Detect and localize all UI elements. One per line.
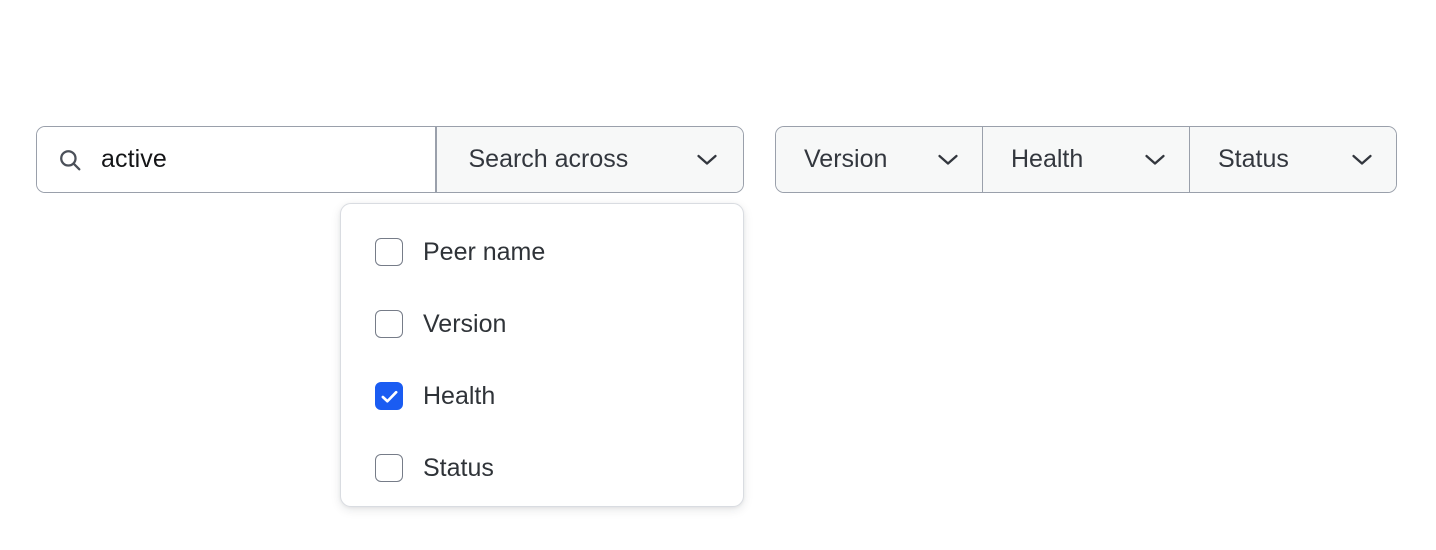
filter-button-group: Version Health Status bbox=[775, 126, 1397, 193]
filter-version-label: Version bbox=[804, 145, 888, 173]
dropdown-item-label: Health bbox=[423, 381, 496, 410]
search-across-dropdown-trigger[interactable]: Search across bbox=[436, 127, 743, 192]
dropdown-item-version[interactable]: Version bbox=[341, 288, 743, 360]
filter-health-label: Health bbox=[1011, 145, 1084, 173]
dropdown-item-label: Peer name bbox=[423, 237, 546, 266]
dropdown-item-health[interactable]: Health bbox=[341, 360, 743, 432]
dropdown-item-label: Status bbox=[423, 453, 494, 482]
chevron-down-icon bbox=[938, 154, 958, 165]
check-icon bbox=[381, 390, 397, 403]
checkbox-peer-name[interactable] bbox=[375, 238, 403, 266]
search-across-dropdown-panel: Peer name Version Health Status bbox=[340, 203, 744, 507]
chevron-down-icon bbox=[1145, 154, 1165, 165]
checkbox-version[interactable] bbox=[375, 310, 403, 338]
search-input[interactable] bbox=[101, 145, 435, 174]
search-icon bbox=[60, 149, 81, 170]
chevron-down-icon bbox=[1352, 154, 1372, 165]
checkbox-health[interactable] bbox=[375, 382, 403, 410]
dropdown-item-label: Version bbox=[423, 309, 507, 338]
search-bar: Search across bbox=[36, 126, 744, 193]
checkbox-status[interactable] bbox=[375, 454, 403, 482]
filter-status-label: Status bbox=[1218, 145, 1289, 173]
filter-status-dropdown[interactable]: Status bbox=[1189, 127, 1396, 192]
filter-version-dropdown[interactable]: Version bbox=[776, 127, 982, 192]
chevron-down-icon bbox=[697, 154, 717, 165]
search-input-container[interactable] bbox=[37, 127, 435, 192]
search-across-label: Search across bbox=[468, 145, 629, 173]
filter-health-dropdown[interactable]: Health bbox=[982, 127, 1189, 192]
dropdown-item-status[interactable]: Status bbox=[341, 432, 743, 504]
dropdown-item-peer-name[interactable]: Peer name bbox=[341, 216, 743, 288]
